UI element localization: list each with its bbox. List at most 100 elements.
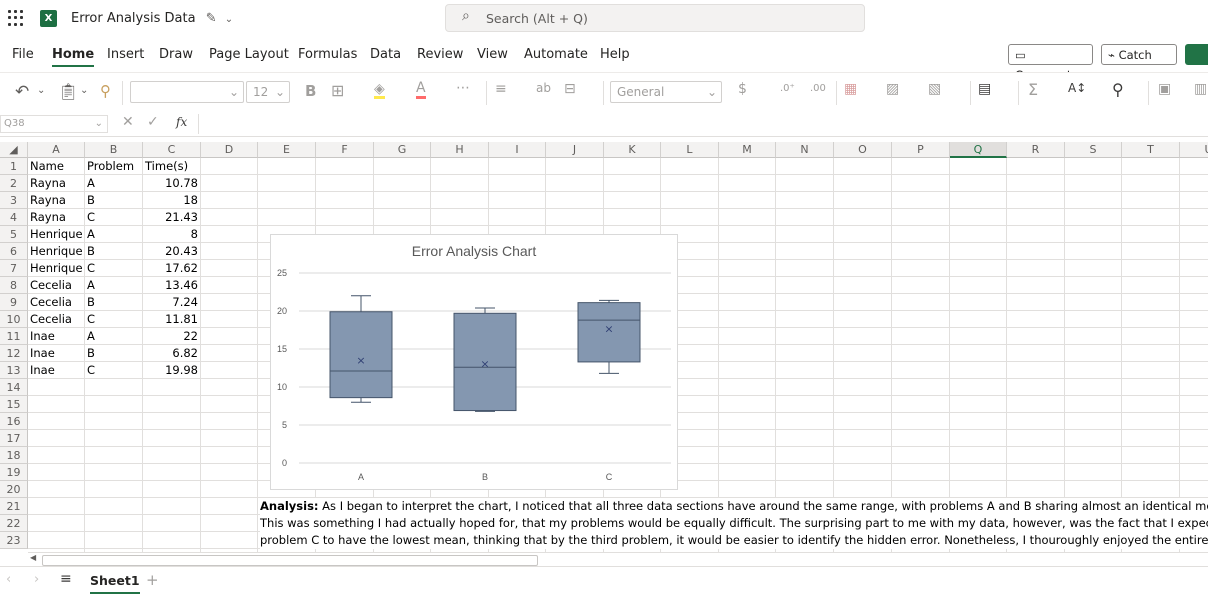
next-sheet-icon[interactable]: › xyxy=(34,572,39,587)
scrollbar-thumb[interactable] xyxy=(42,555,538,566)
row-header[interactable]: 23 xyxy=(0,532,28,549)
more-icon[interactable]: ⋯ xyxy=(456,80,470,96)
row-header[interactable]: 3 xyxy=(0,192,28,209)
bold-icon[interactable]: B xyxy=(305,82,316,100)
row-header[interactable]: 7 xyxy=(0,260,28,277)
decrease-decimal-icon[interactable]: .00 xyxy=(810,83,826,94)
menu-home[interactable]: Home xyxy=(52,47,95,67)
search-box[interactable]: ⌕ Search (Alt + Q) xyxy=(445,4,865,32)
catch-up-button[interactable]: ⌁ Catch up xyxy=(1101,44,1177,82)
time-cell[interactable]: 21.43 xyxy=(145,209,198,226)
problem-cell[interactable]: B xyxy=(87,192,140,209)
column-header[interactable]: H xyxy=(431,142,489,158)
app-launcher-icon[interactable] xyxy=(8,10,24,26)
undo-icon[interactable]: ↶ xyxy=(15,82,29,102)
merge-icon[interactable]: ⊟ xyxy=(564,81,576,97)
menu-insert[interactable]: Insert xyxy=(107,47,144,62)
column-header[interactable]: T xyxy=(1122,142,1180,158)
menu-formulas[interactable]: Formulas xyxy=(298,47,357,62)
column-header[interactable]: E xyxy=(258,142,316,158)
name-box[interactable]: Q38 ⌄ xyxy=(0,115,108,133)
menu-help[interactable]: Help xyxy=(600,47,630,62)
name-cell[interactable]: Henrique xyxy=(30,243,83,260)
fill-color-icon[interactable]: ◈ xyxy=(374,81,385,99)
problem-cell[interactable]: A xyxy=(87,175,140,192)
insert-cells-icon[interactable]: ▤ xyxy=(978,81,991,97)
row-header[interactable]: 14 xyxy=(0,379,28,396)
row-header[interactable]: 13 xyxy=(0,362,28,379)
row-header[interactable]: 22 xyxy=(0,515,28,532)
column-header[interactable]: I xyxy=(489,142,546,158)
analysis-text-line[interactable]: Analysis: As I began to interpret the ch… xyxy=(260,498,1208,515)
cell-styles-icon[interactable]: ▧ xyxy=(928,81,941,97)
wrap-text-icon[interactable]: ab xyxy=(536,81,551,95)
font-family-select[interactable]: ⌄ xyxy=(130,81,244,103)
format-painter-icon[interactable]: ⚲ xyxy=(100,82,111,100)
row-header[interactable]: 15 xyxy=(0,396,28,413)
prev-sheet-icon[interactable]: ‹ xyxy=(6,572,11,587)
increase-decimal-icon[interactable]: .0⁺ xyxy=(780,83,795,94)
time-cell[interactable]: 10.78 xyxy=(145,175,198,192)
number-format-select[interactable]: General ⌄ xyxy=(610,81,722,103)
analyze-data-icon[interactable]: ▣ xyxy=(1158,81,1171,97)
row-header[interactable]: 17 xyxy=(0,430,28,447)
column-header[interactable]: L xyxy=(661,142,719,158)
name-cell[interactable]: Cecelia xyxy=(30,311,82,328)
name-cell[interactable]: Inae xyxy=(30,345,82,362)
column-header[interactable]: R xyxy=(1007,142,1065,158)
font-color-icon[interactable]: A xyxy=(416,80,426,99)
column-header[interactable]: P xyxy=(892,142,950,158)
problem-cell[interactable]: C xyxy=(87,362,140,379)
problem-cell[interactable]: B xyxy=(87,243,140,260)
row-header[interactable]: 21 xyxy=(0,498,28,515)
column-header[interactable]: N xyxy=(776,142,834,158)
time-cell[interactable]: 20.43 xyxy=(145,243,198,260)
row-header[interactable]: 8 xyxy=(0,277,28,294)
row-header[interactable]: 6 xyxy=(0,243,28,260)
borders-icon[interactable]: ⊞ xyxy=(331,81,344,100)
time-cell[interactable]: 17.62 xyxy=(145,260,198,277)
comments-button[interactable]: ▭ Comments xyxy=(1008,44,1093,82)
addins-icon[interactable]: ▥ xyxy=(1194,81,1207,97)
menu-page-layout[interactable]: Page Layout xyxy=(209,47,289,62)
column-header[interactable]: O xyxy=(834,142,892,158)
horizontal-scrollbar[interactable]: ◀ xyxy=(28,552,1208,567)
menu-data[interactable]: Data xyxy=(370,47,401,62)
header-cell[interactable]: Name xyxy=(30,158,82,175)
column-header[interactable]: Q xyxy=(950,142,1007,158)
analysis-text-line[interactable]: problem C to have the lowest mean, think… xyxy=(260,532,1208,549)
analysis-text-line[interactable]: This was something I had actually hoped … xyxy=(260,515,1208,532)
sheet-tab-sheet1[interactable]: Sheet1 xyxy=(90,573,140,594)
row-header[interactable]: 20 xyxy=(0,481,28,498)
column-header[interactable]: A xyxy=(28,142,85,158)
format-table-icon[interactable]: ▨ xyxy=(886,81,899,97)
row-header[interactable]: 2 xyxy=(0,175,28,192)
document-title[interactable]: Error Analysis Data ✎ ⌄ xyxy=(71,11,233,26)
row-header[interactable]: 12 xyxy=(0,345,28,362)
font-size-select[interactable]: 12 ⌄ xyxy=(246,81,290,103)
column-header[interactable]: B xyxy=(85,142,143,158)
header-cell[interactable]: Problem xyxy=(87,158,140,175)
box-plot-chart[interactable]: Error Analysis Chart 0 5 10 15 20 25 × A × B × C xyxy=(270,234,678,490)
column-header[interactable]: K xyxy=(604,142,661,158)
row-header[interactable]: 16 xyxy=(0,413,28,430)
name-cell[interactable]: Rayna xyxy=(30,209,82,226)
chevron-down-icon[interactable]: ⌄ xyxy=(80,85,88,96)
menu-review[interactable]: Review xyxy=(417,47,463,62)
problem-cell[interactable]: B xyxy=(87,345,140,362)
column-header[interactable]: S xyxy=(1065,142,1122,158)
chevron-down-icon[interactable]: ⌄ xyxy=(37,85,45,96)
row-header[interactable]: 5 xyxy=(0,226,28,243)
scroll-left-icon[interactable]: ◀ xyxy=(30,553,36,562)
name-cell[interactable]: Cecelia xyxy=(30,277,82,294)
all-sheets-icon[interactable]: ≡ xyxy=(60,571,72,587)
menu-draw[interactable]: Draw xyxy=(159,47,193,62)
row-header[interactable]: 9 xyxy=(0,294,28,311)
column-header[interactable]: G xyxy=(374,142,431,158)
add-sheet-icon[interactable]: + xyxy=(146,571,159,589)
column-header[interactable]: J xyxy=(546,142,604,158)
time-cell[interactable]: 19.98 xyxy=(145,362,198,379)
align-icon[interactable]: ≡ xyxy=(495,81,507,97)
sort-filter-icon[interactable]: A↕ xyxy=(1068,81,1086,95)
paste-icon[interactable]: 📋︎ xyxy=(58,82,78,101)
